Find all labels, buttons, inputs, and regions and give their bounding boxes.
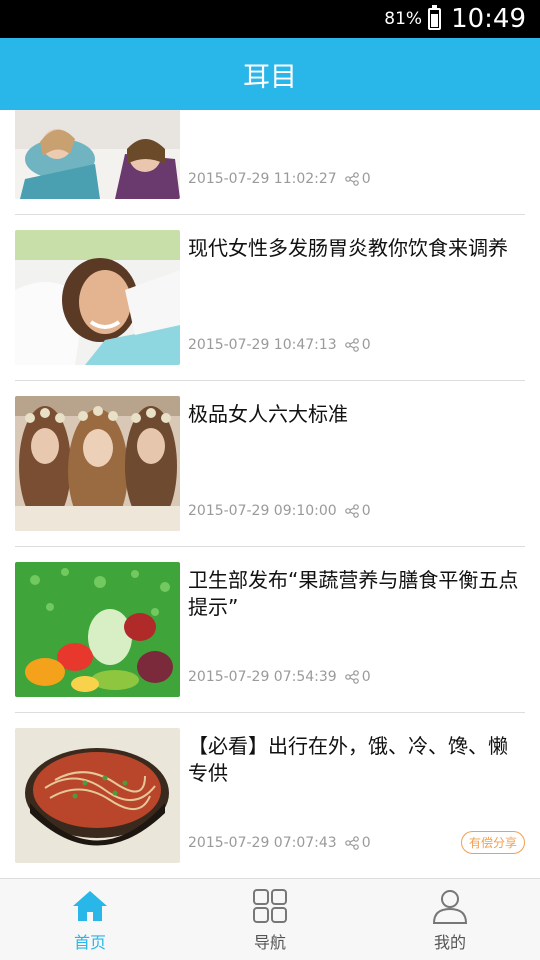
share-count: 0: [361, 835, 371, 851]
news-meta: 2015-07-29 11:02:27 0: [188, 171, 371, 187]
status-bar: 81% 10:49: [0, 0, 540, 38]
noodle-bowl-icon: [15, 728, 180, 863]
news-title[interactable]: 【必看】出行在外，饿、冷、馋、懒专供: [188, 733, 525, 787]
news-date: 2015-07-29 09:10:00: [188, 503, 337, 519]
news-meta: 2015-07-29 07:07:43 0: [188, 835, 371, 851]
tab-navigation[interactable]: 导航: [180, 879, 360, 960]
news-item[interactable]: 2015-07-29 11:02:27 0: [15, 110, 525, 215]
clock: 10:49: [451, 4, 526, 34]
share-count: 0: [361, 669, 371, 685]
three-women-icon: [15, 396, 180, 531]
grid-icon: [253, 889, 287, 923]
news-date: 2015-07-29 07:07:43: [188, 835, 337, 851]
news-title[interactable]: 现代女性多发肠胃炎教你饮食来调养: [188, 235, 525, 262]
tab-label: 导航: [253, 933, 286, 952]
share-count: 0: [361, 337, 371, 353]
news-date: 2015-07-29 07:54:39: [188, 669, 337, 685]
tab-label: 我的: [433, 933, 466, 952]
share-count: 0: [361, 503, 371, 519]
share-icon: [344, 836, 359, 850]
share-icon: [344, 172, 359, 186]
battery-percentage: 81%: [384, 9, 423, 29]
woman-icon: [15, 230, 180, 365]
news-item[interactable]: 卫生部发布“果蔬营养与膳食平衡五点提示” 2015-07-29 07:54:39…: [15, 547, 525, 713]
share-icon: [344, 338, 359, 352]
app-header: 耳目: [0, 38, 540, 110]
bottom-tab-bar: 首页 导航 我的: [0, 878, 540, 960]
tab-label: 首页: [73, 933, 106, 952]
women-icon: [15, 110, 180, 199]
tab-home[interactable]: 首页: [0, 879, 180, 960]
news-feed[interactable]: 2015-07-29 11:02:27 0 现代女性多发肠胃炎教你饮食来调养 2: [0, 110, 540, 878]
news-title[interactable]: 卫生部发布“果蔬营养与膳食平衡五点提示”: [188, 567, 525, 621]
news-meta: 2015-07-29 09:10:00 0: [188, 503, 371, 519]
battery-icon: [428, 5, 442, 30]
news-item[interactable]: 极品女人六大标准 2015-07-29 09:10:00 0: [15, 381, 525, 547]
news-title[interactable]: 极品女人六大标准: [188, 401, 525, 428]
tab-mine[interactable]: 我的: [360, 879, 540, 960]
news-item[interactable]: 现代女性多发肠胃炎教你饮食来调养 2015-07-29 10:47:13 0: [15, 215, 525, 381]
share-icon: [344, 670, 359, 684]
news-item[interactable]: 【必看】出行在外，饿、冷、馋、懒专供 2015-07-29 07:07:43 0…: [15, 713, 525, 878]
news-meta: 2015-07-29 07:54:39 0: [188, 669, 371, 685]
share-count: 0: [361, 171, 371, 187]
news-date: 2015-07-29 10:47:13: [188, 337, 337, 353]
paid-share-badge[interactable]: 有偿分享: [460, 831, 525, 854]
user-icon: [432, 890, 468, 924]
page-title: 耳目: [243, 61, 297, 93]
news-meta: 2015-07-29 10:47:13 0: [188, 337, 371, 353]
home-icon: [73, 891, 107, 921]
share-icon: [344, 504, 359, 518]
news-date: 2015-07-29 11:02:27: [188, 171, 337, 187]
vegetables-icon: [15, 562, 180, 697]
